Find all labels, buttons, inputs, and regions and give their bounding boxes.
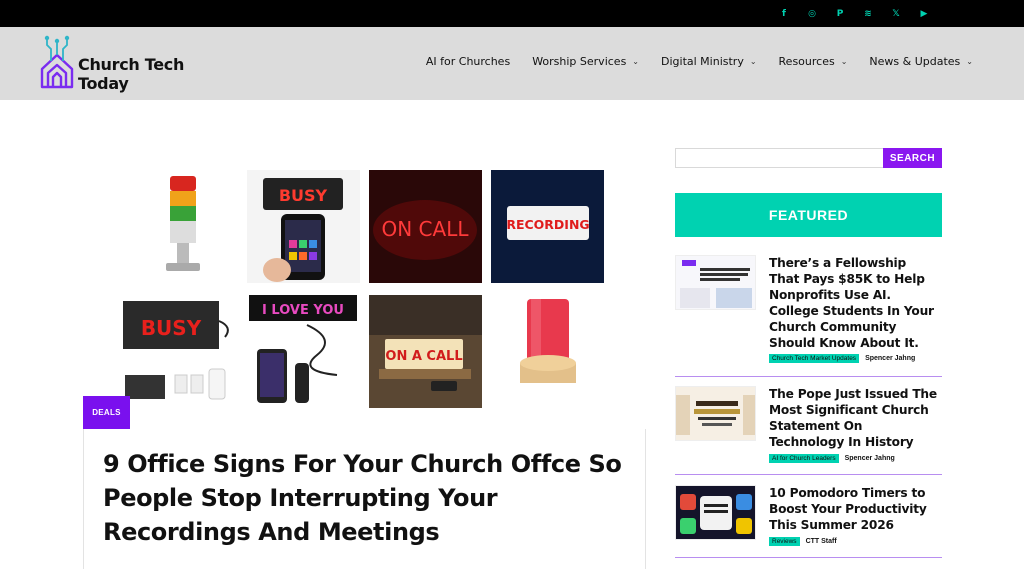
logo-line2: Today bbox=[78, 74, 129, 93]
post-category-badge[interactable]: AI for Church Leaders bbox=[769, 454, 839, 463]
nav-digital-ministry[interactable]: Digital Ministry ⌄ bbox=[650, 55, 768, 68]
post-meta: Reviews CTT Staff bbox=[769, 537, 837, 546]
nav-news-updates[interactable]: News & Updates ⌄ bbox=[858, 55, 984, 68]
featured-post: The Pope Just Issued The Most Significan… bbox=[675, 386, 942, 476]
nav-resources[interactable]: Resources ⌄ bbox=[768, 55, 859, 68]
social-links: f ◎ P ≋ 𝕏 ▶ bbox=[770, 6, 938, 21]
pinterest-icon[interactable]: P bbox=[826, 6, 854, 21]
nav-label: Resources bbox=[778, 55, 835, 68]
youtube-icon[interactable]: ▶ bbox=[910, 6, 938, 21]
chevron-down-icon: ⌄ bbox=[966, 57, 973, 66]
post-author[interactable]: Spencer Jahng bbox=[845, 455, 895, 462]
hero-tile-red-lamp bbox=[491, 291, 604, 409]
chevron-down-icon: ⌄ bbox=[632, 57, 639, 66]
post-meta: AI for Church Leaders Spencer Jahng bbox=[769, 454, 895, 463]
post-category-badge[interactable]: Church Tech Market Updates bbox=[769, 354, 860, 363]
hero-tile-on-a-call: ON A CALL bbox=[369, 295, 482, 408]
nav-ai-for-churches[interactable]: AI for Churches bbox=[415, 55, 521, 68]
post-author[interactable]: Spencer Jahng bbox=[865, 355, 915, 362]
on-a-call-text: ON A CALL bbox=[385, 349, 462, 364]
busy-box-text: BUSY bbox=[141, 316, 202, 340]
post-title[interactable]: The Pope Just Issued The Most Significan… bbox=[769, 386, 939, 450]
recording-text: RECORDING bbox=[506, 217, 589, 232]
rss-icon[interactable]: ≋ bbox=[854, 6, 882, 21]
chevron-down-icon: ⌄ bbox=[840, 57, 848, 66]
featured-post: There’s a Fellowship That Pays $85K to H… bbox=[675, 255, 942, 377]
featured-post: 10 Pomodoro Timers to Boost Your Product… bbox=[675, 485, 942, 560]
nav-label: News & Updates bbox=[869, 55, 961, 68]
article-headline[interactable]: 9 Office Signs For Your Church Offce So … bbox=[103, 447, 623, 549]
chevron-down-icon: ⌄ bbox=[749, 57, 757, 66]
post-author[interactable]: CTT Staff bbox=[806, 538, 837, 545]
category-badge-deals[interactable]: DEALS bbox=[83, 396, 130, 429]
post-title[interactable]: There’s a Fellowship That Pays $85K to H… bbox=[769, 255, 939, 351]
top-bar: f ◎ P ≋ 𝕏 ▶ bbox=[0, 0, 1024, 27]
post-thumbnail[interactable] bbox=[675, 386, 756, 441]
hero-tile-busy-phone: BUSY bbox=[247, 170, 360, 283]
site-logo[interactable]: Church Tech Today bbox=[40, 35, 190, 93]
on-call-text: ON CALL bbox=[382, 217, 470, 241]
site-header: Church Tech Today AI for Churches Worshi… bbox=[0, 27, 1024, 100]
post-divider bbox=[675, 474, 942, 475]
post-title[interactable]: 10 Pomodoro Timers to Boost Your Product… bbox=[769, 485, 939, 533]
hero-tile-tower-light bbox=[126, 170, 238, 282]
search-input[interactable] bbox=[675, 148, 883, 168]
post-meta: Church Tech Market Updates Spencer Jahng bbox=[769, 354, 915, 363]
nav-worship-services[interactable]: Worship Services ⌄ bbox=[521, 55, 650, 68]
featured-heading: FEATURED bbox=[675, 193, 942, 237]
church-logo-icon bbox=[40, 35, 74, 89]
hero-tile-on-call-neon: ON CALL bbox=[369, 170, 482, 283]
hero-image[interactable]: BUSY ON CALL RECORDING BUSY I LOVE YOU O… bbox=[83, 160, 643, 410]
x-icon[interactable]: 𝕏 bbox=[882, 6, 910, 21]
led-sign-text: I LOVE YOU bbox=[262, 303, 344, 318]
search-form: SEARCH bbox=[675, 148, 942, 168]
logo-text: Church Tech Today bbox=[78, 55, 184, 93]
hero-tile-busy-box: BUSY bbox=[121, 291, 239, 409]
post-thumbnail[interactable] bbox=[675, 485, 756, 540]
busy-sign-text: BUSY bbox=[279, 186, 328, 205]
nav-label: Worship Services bbox=[532, 55, 627, 68]
hero-tile-recording: RECORDING bbox=[491, 170, 604, 283]
post-category-badge[interactable]: Reviews bbox=[769, 537, 800, 546]
nav-label: Digital Ministry bbox=[661, 55, 744, 68]
post-divider bbox=[675, 376, 942, 377]
search-button[interactable]: SEARCH bbox=[883, 148, 942, 168]
post-thumbnail[interactable] bbox=[675, 255, 756, 310]
main-nav: AI for Churches Worship Services ⌄ Digita… bbox=[415, 55, 984, 68]
nav-label: AI for Churches bbox=[425, 55, 511, 68]
facebook-icon[interactable]: f bbox=[770, 6, 798, 21]
logo-line1: Church Tech bbox=[78, 55, 185, 74]
hero-tile-led-sign: I LOVE YOU bbox=[247, 291, 360, 409]
instagram-icon[interactable]: ◎ bbox=[798, 6, 826, 21]
post-divider bbox=[675, 557, 942, 558]
